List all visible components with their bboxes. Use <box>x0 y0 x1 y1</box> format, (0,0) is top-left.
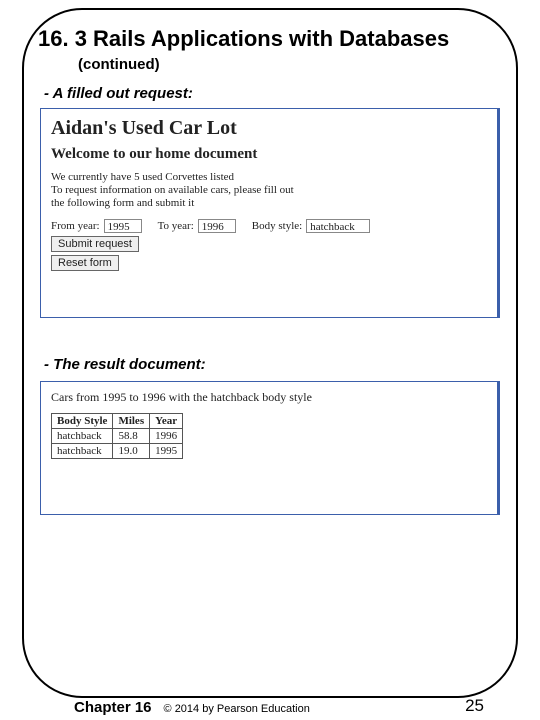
slide-frame: 16. 3 Rails Applications with Databases … <box>22 8 518 698</box>
to-year-label: To year: <box>158 220 194 232</box>
col-body-style: Body Style <box>52 414 113 429</box>
result-summary: Cars from 1995 to 1996 with the hatchbac… <box>51 390 489 405</box>
cell-year: 1996 <box>150 429 183 444</box>
col-miles: Miles <box>113 414 150 429</box>
result-table: Body Style Miles Year hatchback 58.8 199… <box>51 413 183 459</box>
body-style-input[interactable]: hatchback <box>306 219 370 233</box>
table-row: hatchback 19.0 1995 <box>52 444 183 459</box>
table-header-row: Body Style Miles Year <box>52 414 183 429</box>
cell-body-style: hatchback <box>52 444 113 459</box>
slide-title: 16. 3 Rails Applications with Databases <box>38 26 502 52</box>
body-style-label: Body style: <box>252 220 302 232</box>
from-year-label: From year: <box>51 220 100 232</box>
intro-line-2: To request information on available cars… <box>51 184 489 196</box>
from-year-input[interactable]: 1995 <box>104 219 142 233</box>
cell-miles: 19.0 <box>113 444 150 459</box>
bullet-request: - A filled out request: <box>44 85 502 102</box>
cell-year: 1995 <box>150 444 183 459</box>
slide-footer: Chapter 16 © 2014 by Pearson Education <box>74 699 310 716</box>
slide-continued: (continued) <box>78 56 502 73</box>
cell-body-style: hatchback <box>52 429 113 444</box>
to-year-input[interactable]: 1996 <box>198 219 236 233</box>
submit-button[interactable]: Submit request <box>51 236 139 252</box>
reset-button[interactable]: Reset form <box>51 255 119 271</box>
form-row: From year: 1995 To year: 1996 Body style… <box>51 219 489 233</box>
screenshot-result-document: Cars from 1995 to 1996 with the hatchbac… <box>40 381 500 515</box>
intro-line-1: We currently have 5 used Corvettes liste… <box>51 171 489 183</box>
screenshot-request-form: Aidan's Used Car Lot Welcome to our home… <box>40 108 500 318</box>
welcome-heading: Welcome to our home document <box>51 146 489 163</box>
intro-line-3: the following form and submit it <box>51 197 489 209</box>
col-year: Year <box>150 414 183 429</box>
lot-title: Aidan's Used Car Lot <box>51 117 489 140</box>
bullet-result: - The result document: <box>44 356 502 373</box>
chapter-label: Chapter 16 <box>74 699 152 716</box>
table-row: hatchback 58.8 1996 <box>52 429 183 444</box>
cell-miles: 58.8 <box>113 429 150 444</box>
page-number: 25 <box>465 696 484 716</box>
copyright-text: © 2014 by Pearson Education <box>164 703 310 715</box>
